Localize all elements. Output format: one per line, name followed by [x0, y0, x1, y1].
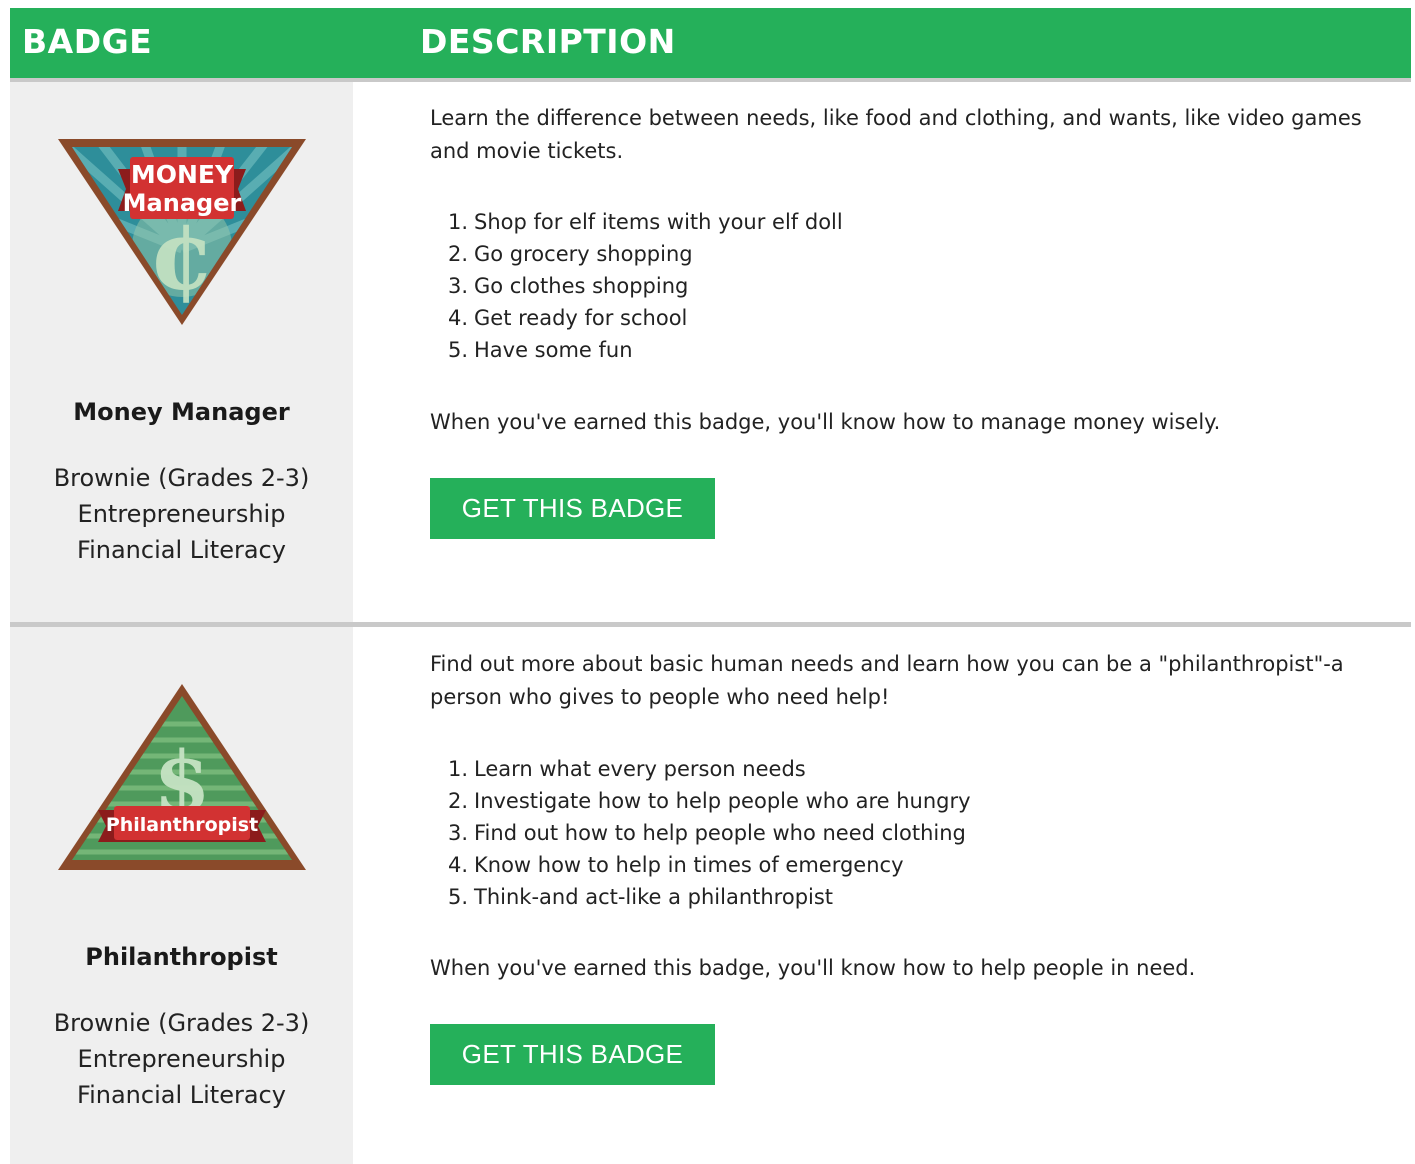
description-column-heading: DESCRIPTION — [420, 22, 676, 61]
badge-level: Brownie (Grades 2-3) — [53, 464, 310, 492]
emblem-label: MONEY — [131, 160, 234, 189]
badge-description: Find out more about basic human needs an… — [430, 648, 1390, 714]
list-item: 3. Find out how to help people who need c… — [448, 821, 966, 845]
badge-meta: Brownie (Grades 2-3) Entrepreneurship Fi… — [10, 1005, 353, 1113]
list-item: 2. Go grocery shopping — [448, 242, 693, 266]
emblem-label: Manager — [123, 189, 242, 217]
badge-meta: Brownie (Grades 2-3) Entrepreneurship Fi… — [10, 460, 353, 568]
list-item: 5. Have some fun — [448, 338, 633, 362]
list-item: 1. Shop for elf items with your elf doll — [448, 210, 843, 234]
get-badge-button[interactable]: GET THIS BADGE — [430, 478, 715, 539]
list-item: 4. Get ready for school — [448, 306, 688, 330]
list-item: 1. Learn what every person needs — [448, 757, 806, 781]
description-summary: When you've earned this badge, you'll kn… — [430, 956, 1196, 980]
badge-category: Entrepreneurship — [77, 500, 286, 528]
emblem-label: Philanthropist — [106, 814, 258, 836]
badge-category: Entrepreneurship — [77, 1045, 286, 1073]
list-item: 4. Know how to help in times of emergency — [448, 853, 904, 877]
badge-column-heading: BADGE — [22, 22, 153, 61]
philanthropist-badge-icon: $ Philanthropist — [58, 684, 306, 870]
description-summary: When you've earned this badge, you'll kn… — [430, 410, 1221, 434]
badge-level: Brownie (Grades 2-3) — [53, 1009, 310, 1037]
description-intro: Find out more about basic human needs an… — [430, 652, 1344, 709]
badge-cell: $ Philanthropist Philanthropist Brownie … — [10, 627, 353, 1164]
list-item: 3. Go clothes shopping — [448, 274, 689, 298]
money-manager-badge-icon: ¢ MONEY Manager — [58, 139, 306, 325]
table-header: BADGE DESCRIPTION — [10, 8, 1411, 78]
badge-category: Financial Literacy — [77, 536, 286, 564]
badge-cell: ¢ MONEY Manager Money Manager Brownie (G… — [10, 82, 353, 622]
list-item: 2. Investigate how to help people who are… — [448, 789, 971, 813]
list-item: 5. Think-and act-like a philanthropist — [448, 885, 834, 909]
badge-category: Financial Literacy — [77, 1081, 286, 1109]
badge-name: Philanthropist — [85, 943, 278, 971]
steps-list: 1. Learn what every person needs 2. Invest… — [430, 753, 1390, 913]
table-row: ¢ MONEY Manager Money Manager Brownie (G… — [10, 82, 1411, 622]
table-row: $ Philanthropist Philanthropist Brownie … — [10, 627, 1411, 1164]
steps-list: 1. Shop for elf items with your elf doll … — [430, 206, 1390, 366]
description-intro: Learn the difference between needs, like… — [430, 106, 1362, 163]
badge-description: Learn the difference between needs, like… — [430, 102, 1390, 168]
badge-name: Money Manager — [73, 398, 290, 426]
get-badge-button[interactable]: GET THIS BADGE — [430, 1024, 715, 1085]
